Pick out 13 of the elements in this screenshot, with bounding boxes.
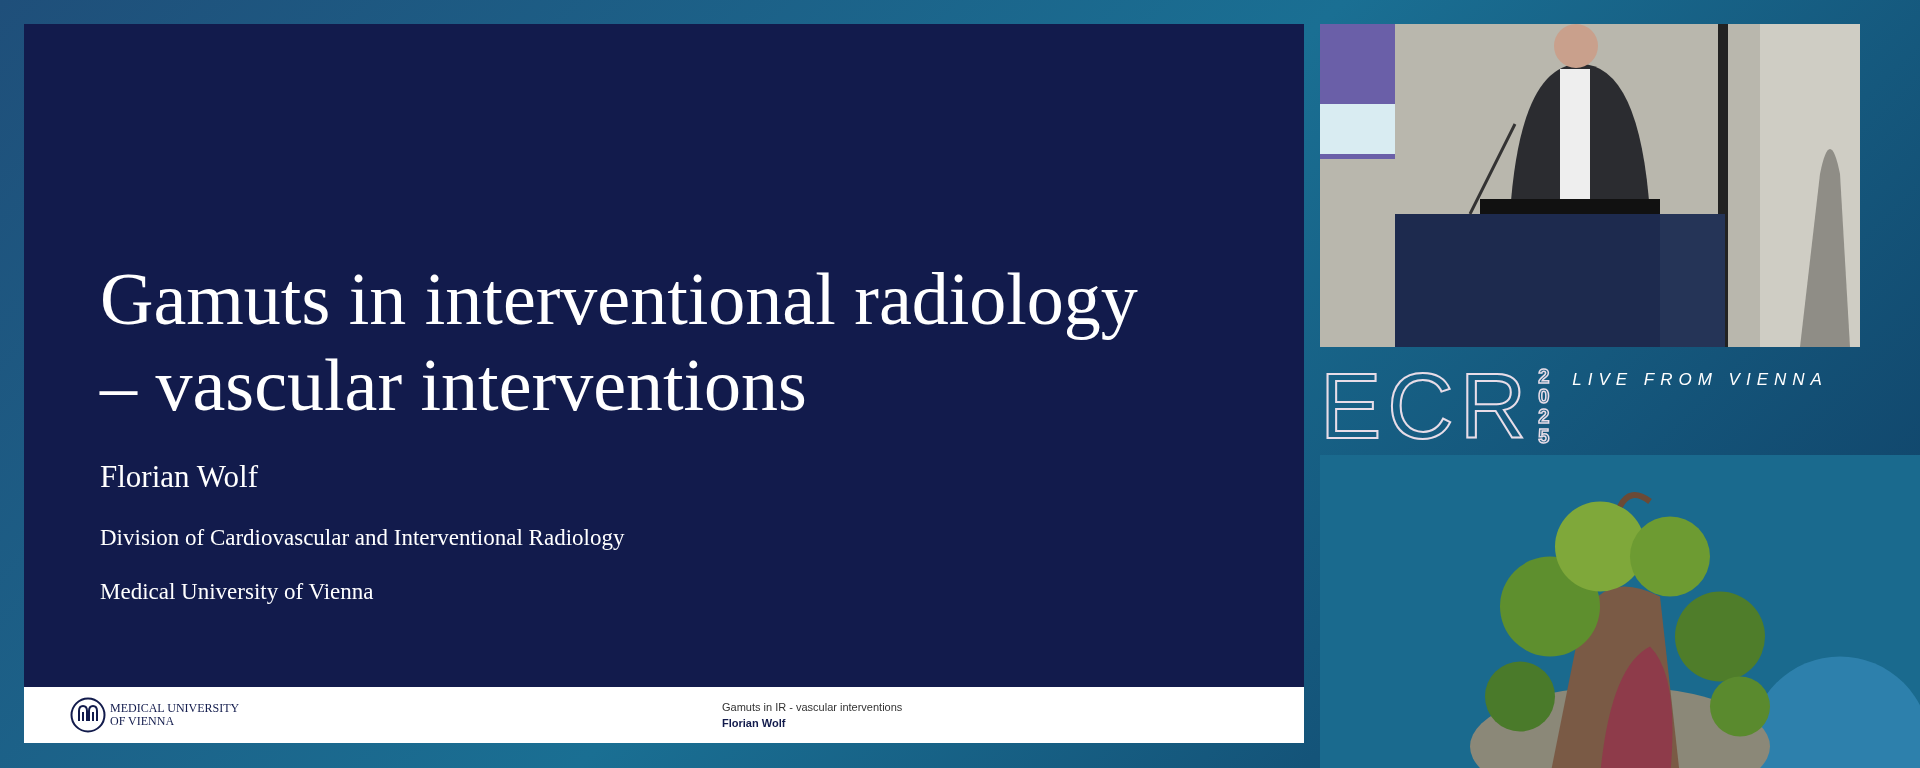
affiliation: Division of Cardiovascular and Interventional Radiology <box>100 523 625 552</box>
presenter-name: Florian Wolf <box>100 458 258 496</box>
affiliation: Medical University of Vienna <box>100 578 374 606</box>
university-name: MEDICAL UNIVERSITY <box>110 702 240 715</box>
logo: ECR <box>1320 361 1533 451</box>
author-name: Florian Wolf <box>722 716 787 731</box>
logo-year: 2025 <box>1538 366 1551 446</box>
university-name: OF VIENNA <box>110 715 176 728</box>
talk-title: Gamuts in IR - vascular interventions <box>722 700 903 715</box>
slide-title: – vascular interventions <box>100 343 807 428</box>
slide-title: Gamuts in interventional radiology <box>100 257 1138 342</box>
tagline: LIVE FROM VIENNA <box>1572 369 1828 391</box>
university-logo-icon <box>70 697 106 733</box>
